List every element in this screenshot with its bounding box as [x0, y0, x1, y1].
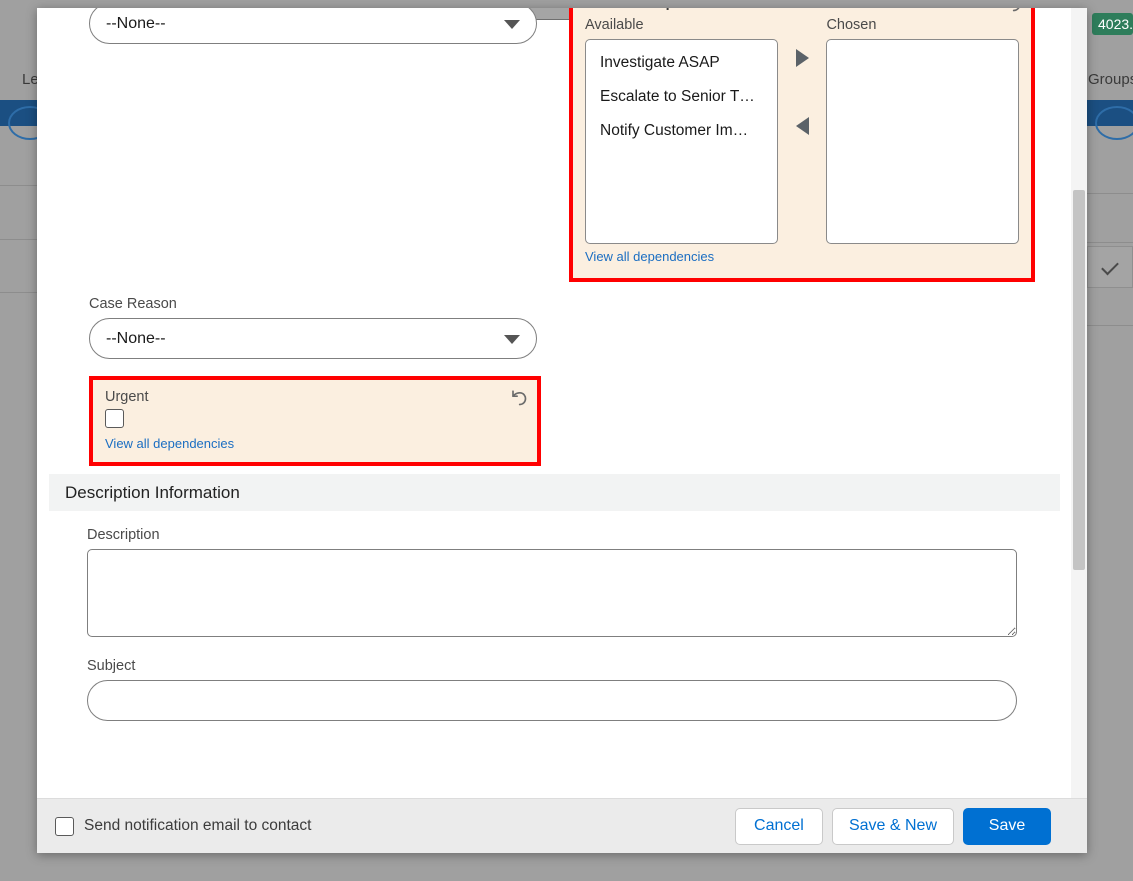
urgent-view-dependencies-link[interactable]: View all dependencies	[105, 436, 234, 451]
actions-required-title: Actions Required	[585, 8, 1019, 11]
new-case-modal: Search Contacts... Account Name Search A…	[37, 8, 1087, 853]
background-divider	[1087, 242, 1133, 243]
background-divider	[0, 292, 37, 293]
field-label-urgent: Urgent	[105, 389, 149, 405]
triangle-right-icon[interactable]	[795, 49, 809, 67]
description-textarea[interactable]	[87, 549, 1017, 637]
field-case-reason: Case Reason --None--	[89, 296, 537, 359]
background-collapse-panel[interactable]	[1087, 246, 1133, 288]
actions-required-dual-listbox: Available Investigate ASAP Escalate to S…	[585, 17, 1019, 244]
save-and-new-button[interactable]: Save & New	[831, 807, 954, 845]
available-listbox[interactable]: Investigate ASAP Escalate to Senior T… N…	[585, 39, 778, 244]
case-reason-select[interactable]: --None--	[89, 318, 537, 359]
available-side: Available Investigate ASAP Escalate to S…	[585, 17, 778, 244]
available-label: Available	[585, 17, 644, 33]
chevron-down-icon	[504, 334, 520, 344]
type-select-value: --None--	[106, 14, 166, 32]
list-item[interactable]: Notify Customer Im…	[586, 114, 777, 148]
field-type: Type --None--	[89, 8, 537, 44]
form-right-column: --None-- *Case Origin --None--	[569, 8, 1035, 282]
notify-email-checkbox[interactable]	[55, 816, 74, 836]
background-version-badge: 4023.0	[1092, 13, 1133, 35]
background-divider	[1087, 325, 1133, 326]
background-tab-right[interactable]: Groups	[1088, 71, 1133, 88]
field-description: Description	[37, 527, 1072, 642]
cancel-button[interactable]: Cancel	[734, 807, 823, 845]
urgent-checkbox[interactable]	[105, 409, 124, 428]
chosen-listbox[interactable]	[826, 39, 1019, 244]
list-item[interactable]: Investigate ASAP	[586, 46, 777, 80]
case-form: Search Contacts... Account Name Search A…	[37, 8, 1072, 781]
list-item[interactable]: Escalate to Senior T…	[586, 80, 777, 114]
chosen-label: Chosen	[826, 17, 877, 33]
field-subject: Subject	[37, 658, 1072, 721]
undo-icon[interactable]	[1002, 8, 1022, 13]
actions-required-panel: Actions Required Available Investigate A…	[569, 8, 1035, 282]
background-tab-right-highlight	[1087, 100, 1133, 140]
notify-checkbox-wrap[interactable]: Send notification email to contact	[55, 816, 312, 836]
chosen-side: Chosen	[826, 17, 1019, 244]
notify-email-label: Send notification email to contact	[84, 817, 312, 834]
modal-scroll-region: Search Contacts... Account Name Search A…	[37, 8, 1087, 798]
dual-listbox-controls	[778, 17, 827, 135]
background-divider	[1087, 193, 1133, 194]
actions-required-view-dependencies-link[interactable]: View all dependencies	[585, 249, 714, 264]
section-header-description-information: Description Information	[49, 474, 1060, 511]
background-divider	[0, 185, 37, 186]
field-label-subject: Subject	[87, 658, 136, 674]
urgent-field-panel: Urgent View all dependencies	[89, 376, 541, 466]
field-label-description: Description	[87, 527, 160, 543]
footer-buttons: Cancel Save & New Save	[734, 807, 1069, 845]
form-left-column: Search Contacts... Account Name Search A…	[89, 8, 541, 466]
save-button[interactable]: Save	[963, 807, 1051, 845]
type-select[interactable]: --None--	[89, 8, 537, 44]
chevron-down-icon	[504, 19, 520, 29]
case-reason-select-value: --None--	[106, 329, 166, 347]
subject-input[interactable]	[87, 680, 1017, 721]
form-scrollbar-thumb[interactable]	[1073, 190, 1085, 570]
field-label-case-reason: Case Reason	[89, 296, 177, 312]
layout-spacer	[89, 61, 537, 296]
modal-footer: Send notification email to contact Cance…	[37, 798, 1087, 853]
triangle-left-icon[interactable]	[795, 117, 809, 135]
layout-spacer	[37, 721, 1072, 781]
chevron-down-icon	[1101, 257, 1119, 276]
undo-icon[interactable]	[508, 387, 528, 407]
form-scrollbar-track[interactable]	[1071, 8, 1087, 798]
background-divider	[0, 239, 37, 240]
background-tab-left-highlight	[0, 100, 52, 140]
